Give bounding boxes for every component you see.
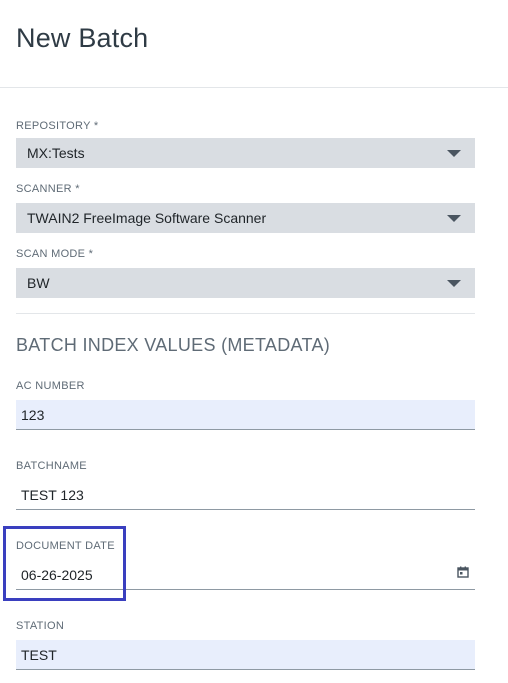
scan-mode-label: SCAN MODE * (16, 248, 94, 260)
chevron-down-icon (447, 215, 461, 222)
document-date-label: DOCUMENT DATE (16, 540, 115, 552)
ac-number-label: AC NUMBER (16, 380, 85, 392)
station-label: STATION (16, 620, 65, 632)
calendar-icon[interactable] (457, 566, 469, 578)
ac-number-input[interactable] (16, 400, 475, 430)
page-title: New Batch (16, 23, 149, 53)
scanner-select[interactable]: TWAIN2 FreeImage Software Scanner (16, 203, 475, 233)
repository-select[interactable]: MX:Tests (16, 138, 475, 168)
repository-select-value: MX:Tests (27, 145, 85, 161)
scan-mode-select[interactable]: BW (16, 268, 475, 298)
metadata-section-title: BATCH INDEX VALUES (METADATA) (16, 335, 331, 355)
scan-mode-select-value: BW (27, 275, 50, 291)
page-header: New Batch (0, 0, 508, 88)
batchname-label: BATCHNAME (16, 460, 87, 472)
chevron-down-icon (447, 280, 461, 287)
chevron-down-icon (447, 150, 461, 157)
scanner-label: SCANNER * (16, 183, 80, 195)
new-batch-page: New Batch REPOSITORY * MX:Tests SCANNER … (0, 0, 508, 683)
repository-label: REPOSITORY * (16, 120, 99, 132)
batchname-input[interactable] (16, 480, 475, 510)
station-input[interactable] (16, 640, 475, 670)
document-date-input[interactable] (16, 560, 475, 590)
scanner-select-value: TWAIN2 FreeImage Software Scanner (27, 210, 267, 226)
section-divider (16, 313, 475, 314)
